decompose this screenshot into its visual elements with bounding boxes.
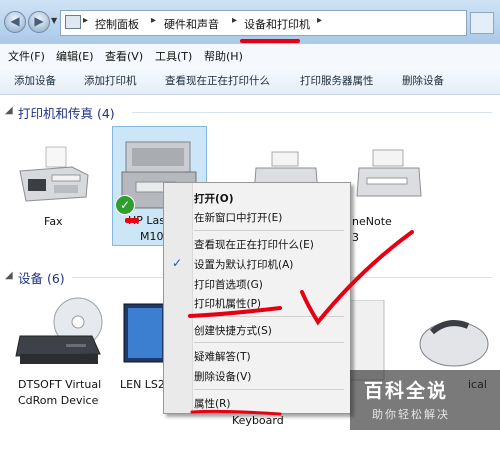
watermark: 百科全说 助你轻松解决 [350, 370, 500, 430]
watermark-title: 百科全说 [364, 380, 449, 402]
annotation-underline [190, 409, 282, 416]
annotation-checkmark [300, 230, 414, 326]
watermark-subtitle: 助你轻松解决 [372, 408, 450, 421]
annotation-underline [188, 306, 282, 318]
